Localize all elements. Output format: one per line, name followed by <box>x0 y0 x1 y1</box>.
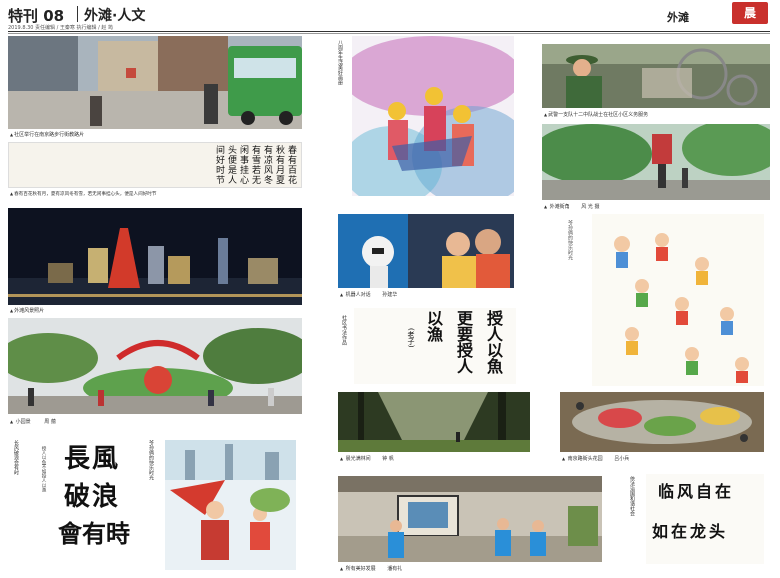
issue-label: 特刊 08 <box>8 7 65 25</box>
vertical-caption-callig-note: 授人以鱼不如授人以渔 <box>41 446 46 492</box>
header-divider <box>77 6 78 22</box>
vertical-caption-right-callig: 依法治国和谐社会 <box>629 476 635 516</box>
caption-garden-author: 周 蕴 <box>44 419 56 425</box>
vertical-caption-painting-top: 八周年生活美好画册 <box>337 40 343 85</box>
brand-logo: 晨 <box>732 2 768 24</box>
painting-firefighters <box>352 36 514 196</box>
calligraphy-banner: 春有百花秋有月夏有凉风冬有雪若无闲事挂心头便是人间好时节 <box>8 142 302 188</box>
header-rule-thin <box>8 33 770 34</box>
calligraphy-changfeng-3: 會有時 <box>58 519 130 548</box>
garden-photo <box>8 318 302 414</box>
caption-garden-title: 小园景 <box>15 419 31 425</box>
soldier-photo <box>542 44 770 108</box>
caption-skyline: 外滩风景照片 <box>10 307 44 314</box>
calligraphy-yu-1: 授人以魚 <box>484 310 503 374</box>
calligraphy-changfeng-1: 長風 <box>64 444 121 474</box>
caption-forest-title: 晨光满林间 <box>345 456 371 462</box>
vertical-caption-changfeng: 长风破浪会有时 <box>13 440 19 475</box>
brand-name: 外滩 <box>667 11 689 24</box>
calligraphy-changfeng-2: 破浪 <box>64 482 121 512</box>
caption-street-mist-author: 风 光 摄 <box>581 204 600 210</box>
calligraphy-yu-2: 更要授人 <box>454 310 473 374</box>
header-rule <box>8 31 770 32</box>
caption-street-mist: 外滩街角 风 光 摄 <box>544 203 600 210</box>
calligraphy-yu-sig: (老子) <box>407 328 415 348</box>
community-photo <box>338 476 602 562</box>
caption-forest-author: 钟 帆 <box>382 456 394 462</box>
caption-robot: 机器人对话 孙建华 <box>340 291 398 298</box>
caption-community-title: 所有美好发展 <box>345 566 376 572</box>
robot-photo <box>338 214 514 288</box>
vertical-caption-cartoon: 爷孙俩的快乐时光 <box>567 220 573 260</box>
calligraphy-right-panel: 临风自在 如在龙头 <box>646 474 764 564</box>
caption-banner: 春有百花秋有月，夏有凉风冬有雪，若无闲事挂心头，便是人间好时节 <box>10 191 156 197</box>
caption-community-author: 潘有礼 <box>387 566 403 572</box>
caption-community: 所有美好发展 潘有礼 <box>340 565 403 572</box>
skyline-photo <box>8 208 302 305</box>
caption-robot-author: 孙建华 <box>382 292 398 298</box>
caption-flower-plaza-author: 吕小兵 <box>614 456 630 462</box>
caption-forest: 晨光满林间 钟 帆 <box>340 455 394 462</box>
calligraphy-yu-panel: 授人以魚 更要授人 以漁 (老子) <box>354 308 516 384</box>
flower-plaza-photo <box>560 392 764 452</box>
caption-flower-plaza: 南京路街头花园 吕小兵 <box>562 455 630 462</box>
caption-street: 社区举行在南京路步行街教路片 <box>10 131 84 138</box>
header-meta: 2019.8.30 责任编辑 / 王秦寒 执行编辑 / 赵 筠 <box>8 25 113 31</box>
calligraphy-right-2: 如在龙头 <box>652 522 729 541</box>
street-photo <box>8 36 302 129</box>
painting-grandpa <box>165 440 296 570</box>
calligraphy-right-1: 临风自在 <box>658 482 735 501</box>
caption-robot-title: 机器人对话 <box>345 292 371 298</box>
street-mist-photo <box>542 124 770 200</box>
section-title: 外滩·人文 <box>84 8 146 24</box>
forest-photo <box>338 392 530 452</box>
caption-street-mist-title: 外滩街角 <box>549 204 570 210</box>
vertical-caption-painting: 爷孙俩的快乐时光 <box>148 440 154 480</box>
caption-garden: 小园景 周 蕴 <box>10 418 56 425</box>
vertical-caption-yu: 社区书法作品 <box>341 315 347 345</box>
cartoon-painting <box>592 214 764 386</box>
calligraphy-yu-3: 以漁 <box>424 310 443 342</box>
caption-flower-plaza-title: 南京路街头花园 <box>567 456 603 462</box>
caption-soldier: 武警一支队十二中队战士在社区小区义务服务 <box>544 111 648 118</box>
calligraphy-banner-text: 春有百花秋有月夏有凉风冬有雪若无闲事挂心头便是人间好时节 <box>214 145 296 185</box>
